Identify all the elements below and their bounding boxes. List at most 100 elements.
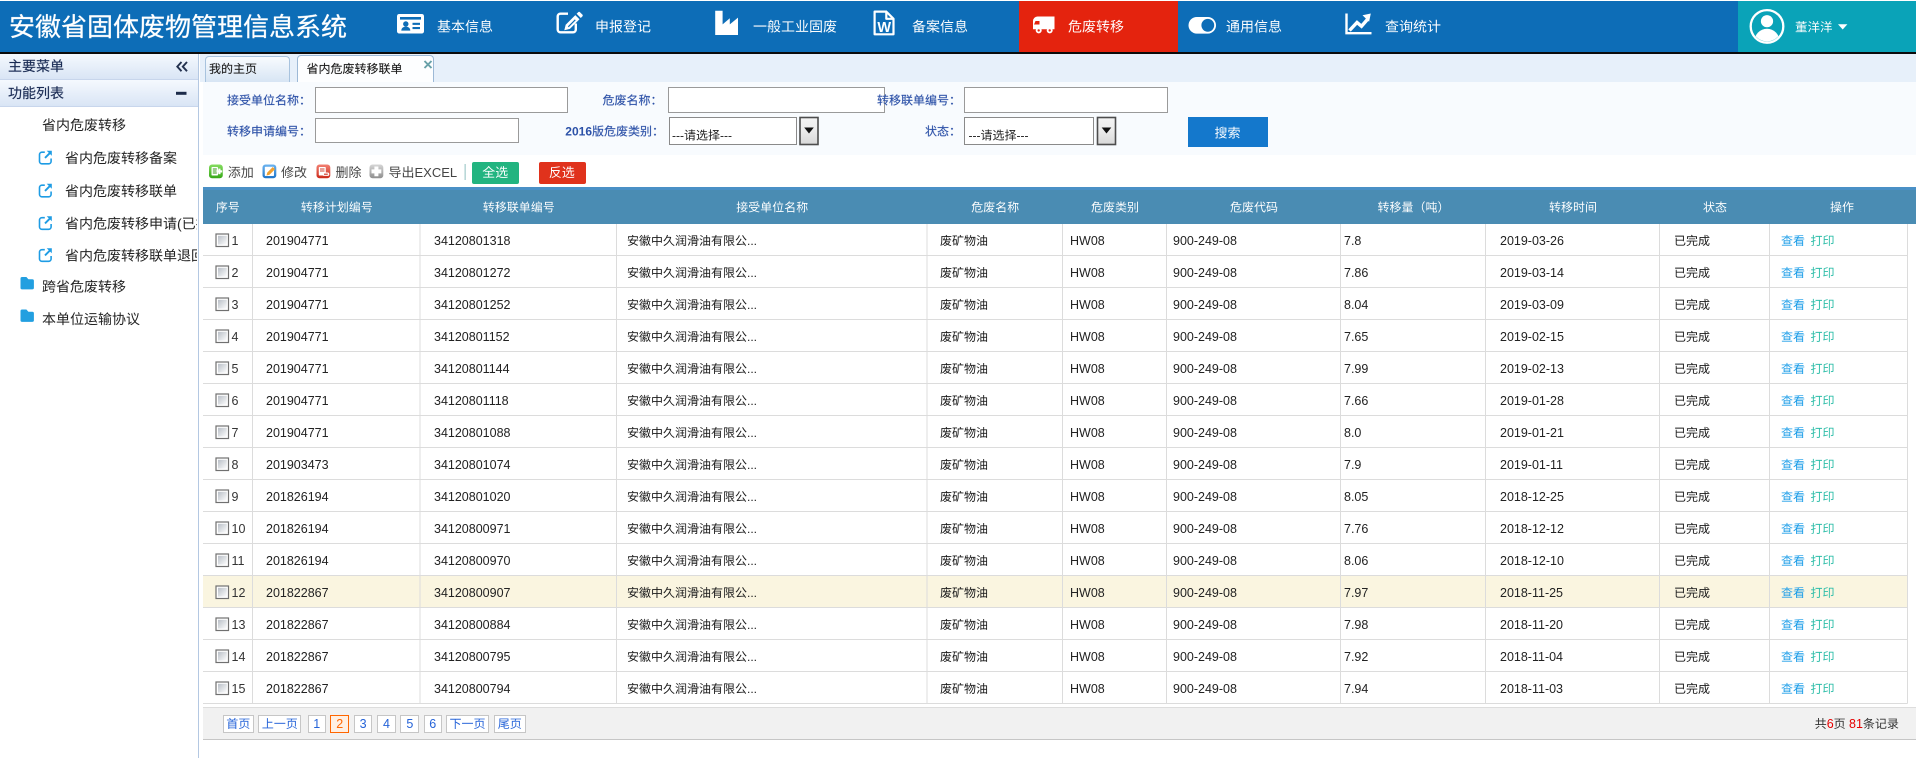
svg-text:5: 5 [232, 362, 239, 376]
svg-text:HW08: HW08 [1070, 490, 1105, 504]
svg-text:2018-11-03: 2018-11-03 [1500, 682, 1563, 696]
svg-text:...: ... [747, 298, 757, 312]
svg-text:HW08: HW08 [1070, 298, 1105, 312]
svg-text:HW08: HW08 [1070, 266, 1105, 280]
svg-text:...: ... [747, 490, 757, 504]
svg-text:900-249-08: 900-249-08 [1173, 234, 1237, 248]
svg-text:8.06: 8.06 [1344, 554, 1368, 568]
svg-text:...: ... [747, 426, 757, 440]
svg-text:900-249-08: 900-249-08 [1173, 554, 1237, 568]
svg-text:2019-02-13: 2019-02-13 [1500, 362, 1564, 376]
svg-text:900-249-08: 900-249-08 [1173, 426, 1237, 440]
svg-text:201904771: 201904771 [266, 330, 329, 344]
svg-text:...: ... [747, 362, 757, 376]
svg-text:34120801252: 34120801252 [434, 298, 511, 312]
svg-text:900-249-08: 900-249-08 [1173, 362, 1237, 376]
svg-text:HW08: HW08 [1070, 650, 1105, 664]
svg-text:201822867: 201822867 [266, 618, 329, 632]
svg-text:---: --- [720, 129, 732, 143]
svg-text:6: 6 [232, 394, 239, 408]
svg-text:7: 7 [232, 426, 239, 440]
svg-text:34120801088: 34120801088 [434, 426, 511, 440]
svg-text:900-249-08: 900-249-08 [1173, 586, 1237, 600]
svg-text:201904771: 201904771 [266, 298, 329, 312]
svg-text:...: ... [747, 458, 757, 472]
svg-text:4: 4 [383, 717, 390, 731]
svg-text:201904771: 201904771 [266, 266, 329, 280]
svg-text:...: ... [747, 394, 757, 408]
svg-text:34120800970: 34120800970 [434, 554, 511, 568]
svg-text:2019-01-11: 2019-01-11 [1500, 458, 1563, 472]
svg-text:6: 6 [1827, 717, 1834, 731]
svg-text:201826194: 201826194 [266, 490, 329, 504]
svg-text:HW08: HW08 [1070, 458, 1105, 472]
svg-text:2016: 2016 [565, 125, 592, 139]
svg-text:3: 3 [232, 298, 239, 312]
svg-text:7.8: 7.8 [1344, 234, 1361, 248]
svg-text:201826194: 201826194 [266, 522, 329, 536]
svg-text:...: ... [747, 234, 757, 248]
svg-text:11: 11 [232, 554, 245, 568]
svg-text:HW08: HW08 [1070, 522, 1105, 536]
svg-text:201822867: 201822867 [266, 586, 329, 600]
svg-text:900-249-08: 900-249-08 [1173, 618, 1237, 632]
svg-text:201904771: 201904771 [266, 426, 329, 440]
svg-text:2018-12-10: 2018-12-10 [1500, 554, 1564, 568]
svg-text:13: 13 [232, 618, 246, 632]
svg-text:9: 9 [232, 490, 239, 504]
svg-text:1: 1 [313, 717, 320, 731]
svg-text:4: 4 [232, 330, 239, 344]
svg-text:201904771: 201904771 [266, 362, 329, 376]
svg-text:2019-01-21: 2019-01-21 [1500, 426, 1564, 440]
svg-text:HW08: HW08 [1070, 554, 1105, 568]
svg-text:1: 1 [232, 234, 239, 248]
svg-text:900-249-08: 900-249-08 [1173, 650, 1237, 664]
svg-text:HW08: HW08 [1070, 618, 1105, 632]
svg-text:...: ... [747, 266, 757, 280]
svg-text:HW08: HW08 [1070, 330, 1105, 344]
svg-text:5: 5 [406, 717, 413, 731]
svg-text:2: 2 [232, 266, 239, 280]
svg-text:HW08: HW08 [1070, 234, 1105, 248]
svg-text:34120800794: 34120800794 [434, 682, 511, 696]
svg-text:...: ... [747, 650, 757, 664]
svg-text:34120800795: 34120800795 [434, 650, 511, 664]
svg-text:HW08: HW08 [1070, 362, 1105, 376]
svg-text:---: --- [969, 129, 981, 143]
svg-text:3: 3 [360, 717, 367, 731]
svg-text:201904771: 201904771 [266, 234, 329, 248]
svg-text:...: ... [747, 522, 757, 536]
svg-text:HW08: HW08 [1070, 426, 1105, 440]
svg-text:...: ... [747, 586, 757, 600]
svg-text:...: ... [747, 330, 757, 344]
svg-text:34120801074: 34120801074 [434, 458, 511, 472]
svg-text:34120801318: 34120801318 [434, 234, 511, 248]
svg-text:7.86: 7.86 [1344, 266, 1368, 280]
svg-text:900-249-08: 900-249-08 [1173, 490, 1237, 504]
svg-text:2018-12-12: 2018-12-12 [1500, 522, 1564, 536]
svg-text:2: 2 [336, 717, 343, 731]
svg-text:HW08: HW08 [1070, 586, 1105, 600]
svg-text:900-249-08: 900-249-08 [1173, 682, 1237, 696]
svg-text:7.76: 7.76 [1344, 522, 1368, 536]
svg-text:201904771: 201904771 [266, 394, 329, 408]
svg-text:81: 81 [1849, 717, 1863, 731]
svg-text:2019-01-28: 2019-01-28 [1500, 394, 1564, 408]
svg-text:34120801020: 34120801020 [434, 490, 511, 504]
svg-text:2018-11-20: 2018-11-20 [1500, 618, 1563, 632]
svg-text:2018-11-04: 2018-11-04 [1500, 650, 1563, 664]
svg-text:34120801152: 34120801152 [434, 330, 510, 344]
svg-text:900-249-08: 900-249-08 [1173, 522, 1237, 536]
svg-text:34120800884: 34120800884 [434, 618, 511, 632]
svg-text:7.99: 7.99 [1344, 362, 1368, 376]
svg-text:2018-12-25: 2018-12-25 [1500, 490, 1564, 504]
svg-text:2018-11-25: 2018-11-25 [1500, 586, 1563, 600]
svg-text:...: ... [747, 682, 757, 696]
svg-text:...: ... [747, 554, 757, 568]
svg-text:900-249-08: 900-249-08 [1173, 394, 1237, 408]
svg-text:HW08: HW08 [1070, 682, 1105, 696]
svg-text:15: 15 [232, 682, 246, 696]
svg-text:34120800907: 34120800907 [434, 586, 511, 600]
svg-text:7.98: 7.98 [1344, 618, 1368, 632]
svg-text:34120801272: 34120801272 [434, 266, 511, 280]
